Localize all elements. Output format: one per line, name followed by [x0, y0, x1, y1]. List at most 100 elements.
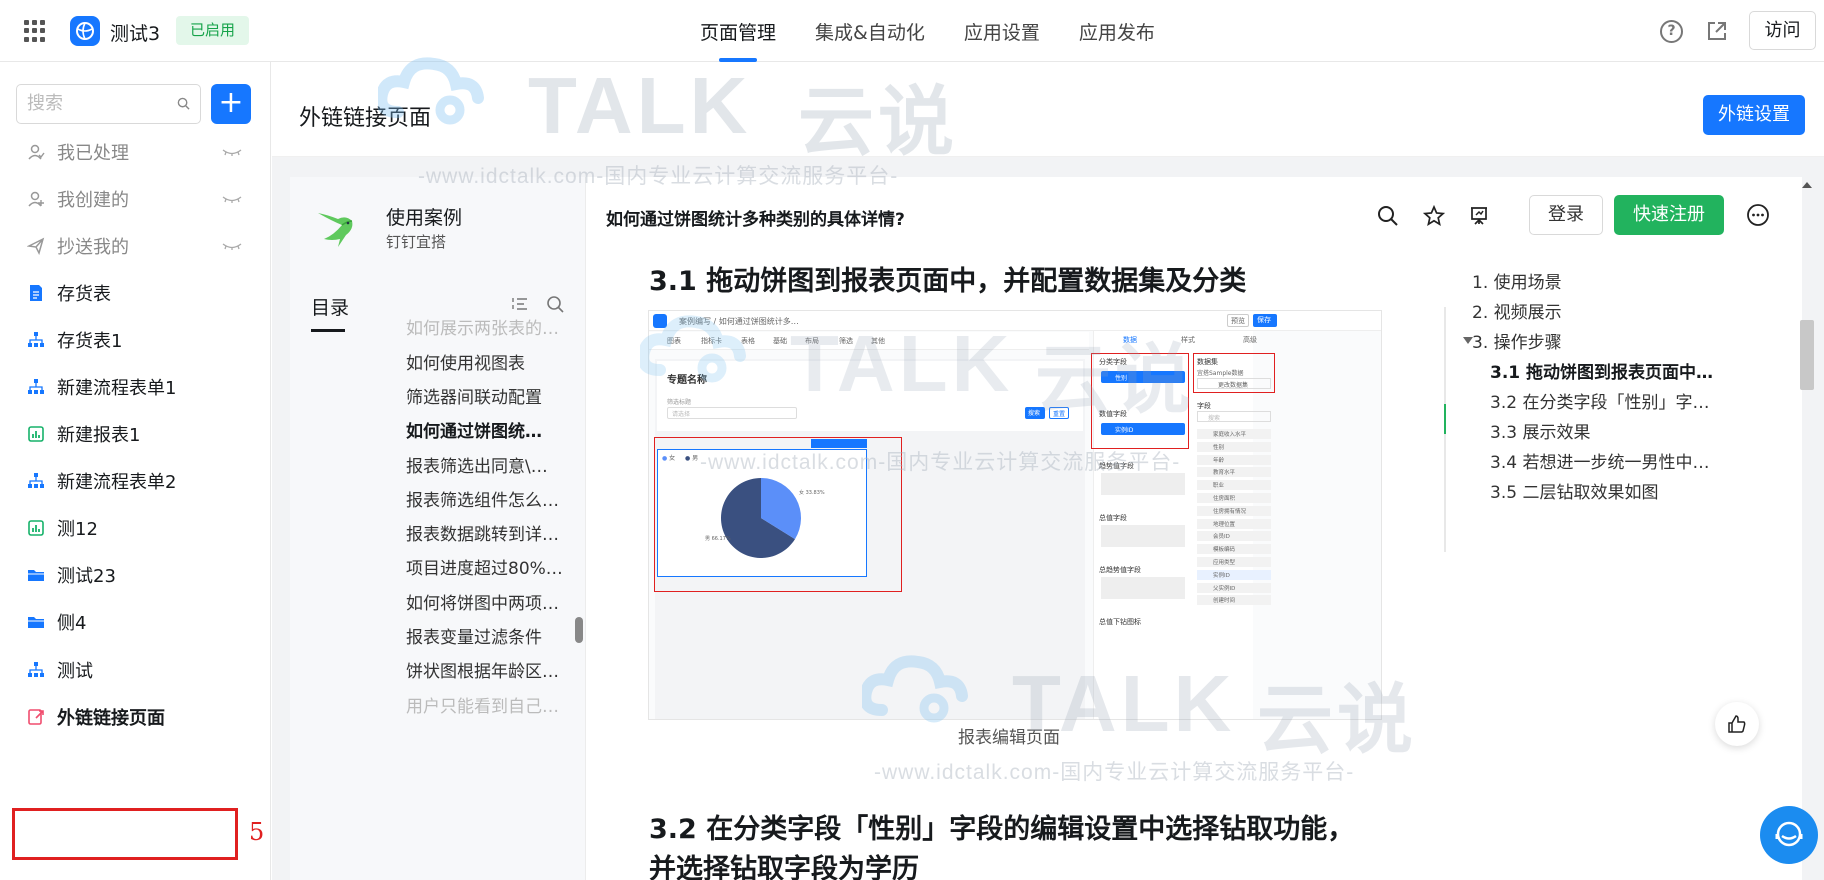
toc-item[interactable]: 报表筛选出同意\…	[406, 452, 576, 477]
toc-item[interactable]: 报表变量过滤条件	[406, 623, 576, 648]
toc-item[interactable]: 如何使用视图表	[406, 349, 576, 374]
case-subtitle: 钉钉宜搭	[386, 233, 447, 251]
login-button[interactable]: 登录	[1529, 195, 1603, 235]
outline-item[interactable]: 3.2 在分类字段「性别」字段的编…	[1490, 388, 1726, 413]
mock-field-drop	[1101, 525, 1185, 547]
sidebar-item-label: 侧4	[57, 613, 87, 634]
eye-closed-icon[interactable]	[222, 148, 242, 156]
sidebar-item-processed[interactable]: 我已处理	[0, 128, 271, 176]
like-button[interactable]	[1715, 702, 1759, 746]
toc-item[interactable]: 报表筛选组件怎么…	[406, 486, 576, 511]
add-page-button[interactable]: +	[211, 84, 251, 124]
outline-item[interactable]: 3.5 二层钻取效果如图	[1490, 478, 1726, 503]
outline-item[interactable]: 3.3 展示效果	[1490, 418, 1726, 443]
sidebar-item-new-report-1[interactable]: 新建报表1	[0, 410, 271, 458]
sidebar-item-label: 外链链接页面	[57, 708, 165, 729]
sidebar-item-test12[interactable]: 测12	[0, 504, 271, 552]
mock-field-search: 搜索	[1197, 411, 1271, 422]
report-icon	[28, 520, 44, 536]
list-icon[interactable]	[512, 297, 528, 311]
search-icon[interactable]	[546, 295, 564, 313]
sidebar-item-inventory[interactable]: 存货表	[0, 269, 271, 317]
tab-app-publish[interactable]: 应用发布	[1079, 0, 1155, 62]
sidebar-item-label: 新建流程表单2	[57, 472, 177, 493]
star-icon[interactable]	[1423, 205, 1445, 227]
outline-item[interactable]: 2. 视频展示	[1472, 298, 1632, 323]
mock-toolbar-item: 筛选	[839, 337, 853, 345]
mock-filter-select: 请选择	[667, 407, 797, 419]
mock-field-row: 应用类型	[1197, 557, 1271, 567]
outline-item-active[interactable]: 3.1 拖动饼图到报表页面中，并…	[1490, 358, 1726, 383]
toc-scrollbar[interactable]	[575, 617, 583, 643]
sidebar-item-new-flow-1[interactable]: 新建流程表单1	[0, 363, 271, 411]
toc-item[interactable]: 项目进度超过80%…	[406, 554, 576, 579]
mock-field-row: 职业	[1197, 480, 1271, 491]
mock-toolbar-item: 图表	[667, 337, 681, 345]
mock-annotation-pie	[654, 437, 902, 592]
image-caption: 报表编辑页面	[958, 728, 1060, 748]
tab-integration[interactable]: 集成&自动化	[815, 0, 925, 62]
search-input[interactable]: 搜索	[16, 84, 201, 124]
mock-field-row-label: 应用类型	[1213, 560, 1236, 566]
tab-page-management[interactable]: 页面管理	[700, 0, 776, 62]
sidebar-item-label: 抄送我的	[57, 237, 129, 258]
mock-field-row: 地理位置	[1197, 518, 1271, 529]
mock-change-dataset-button: 更改数据集	[1197, 378, 1271, 389]
app-name[interactable]: 测试3	[110, 19, 160, 46]
sidebar-item-test23[interactable]: 测试23	[0, 551, 271, 599]
sidebar-item-side4[interactable]: 侧4	[0, 598, 271, 646]
mock-field-row: 会员ID	[1197, 531, 1271, 542]
sidebar-item-inventory-1[interactable]: 存货表1	[0, 316, 271, 364]
outline-item[interactable]: 1. 使用场景	[1472, 268, 1632, 293]
page-scrollbar[interactable]	[1800, 320, 1814, 390]
toc-item[interactable]: 饼状图根据年龄区…	[406, 657, 576, 682]
toc-item[interactable]: 如何展示两张表的…	[406, 314, 576, 339]
presentation-icon[interactable]	[1468, 205, 1490, 227]
sidebar-item-label: 我已处理	[57, 143, 129, 164]
mock-field-row-label: 模板编码	[1213, 547, 1236, 554]
sidebar-item-label: 新建报表1	[57, 425, 141, 446]
help-icon[interactable]: ?	[1660, 20, 1683, 43]
toc-item-active[interactable]: 如何通过饼图统…	[406, 417, 576, 442]
outline-item[interactable]: 3.4 若想进一步统一男性中硕士学…	[1490, 448, 1726, 473]
mock-toolbar-item: 基础	[773, 337, 787, 345]
tab-app-settings[interactable]: 应用设置	[964, 0, 1040, 62]
toc-item[interactable]: 报表数据跳转到详…	[406, 520, 576, 545]
mock-toolbar-item: 其他	[871, 337, 885, 345]
user-check-icon	[28, 144, 45, 160]
external-link-icon[interactable]	[1706, 20, 1728, 42]
mock-panel-tab: 数据	[1123, 336, 1137, 344]
eye-closed-icon[interactable]	[222, 242, 242, 250]
outline-item[interactable]: 3. 操作步骤	[1472, 328, 1632, 353]
toc-tab[interactable]: 目录	[311, 293, 349, 320]
customer-support-button[interactable]	[1760, 806, 1818, 864]
mock-search-button: 搜索	[1025, 407, 1045, 419]
sidebar-item-created[interactable]: 我创建的	[0, 175, 271, 223]
search-icon[interactable]	[1377, 205, 1399, 227]
doc-question-title: 如何通过饼图统计多种类别的具体详情?	[606, 210, 905, 230]
scroll-up-arrow-icon[interactable]	[1802, 182, 1812, 188]
mock-field-row-label: 创建时间	[1213, 598, 1236, 605]
app-grid-icon[interactable]	[24, 20, 46, 42]
sidebar-item-link-page[interactable]: 外链链接页面	[0, 693, 271, 741]
eye-closed-icon[interactable]	[222, 195, 242, 203]
sidebar-item-cc[interactable]: 抄送我的	[0, 222, 271, 270]
mock-toolbar-item: 指标卡	[701, 337, 722, 345]
sidebar-item-new-flow-2[interactable]: 新建流程表单2	[0, 457, 271, 505]
mock-field-row-label: 父实例ID	[1213, 585, 1236, 592]
form-icon	[30, 285, 42, 301]
sidebar-item-test[interactable]: 测试	[0, 646, 271, 694]
mock-logo-icon	[653, 314, 667, 328]
mock-field-label: 趋势值字段	[1099, 462, 1134, 470]
toc-item[interactable]: 筛选器间联动配置	[406, 383, 576, 408]
sidebar-item-label: 存货表	[57, 284, 111, 305]
link-settings-button[interactable]: 外链设置	[1703, 95, 1805, 135]
flow-icon	[28, 332, 44, 347]
sidebar-item-label: 测试	[57, 661, 93, 682]
toc-item[interactable]: 如何将饼图中两项…	[406, 589, 576, 614]
visit-button[interactable]: 访问	[1749, 11, 1816, 50]
more-icon[interactable]	[1746, 203, 1770, 227]
page-header: 外链链接页面 外链设置	[272, 62, 1824, 157]
quick-register-button[interactable]: 快速注册	[1614, 195, 1724, 235]
toc-item[interactable]: 用户只能看到自己…	[406, 692, 576, 717]
